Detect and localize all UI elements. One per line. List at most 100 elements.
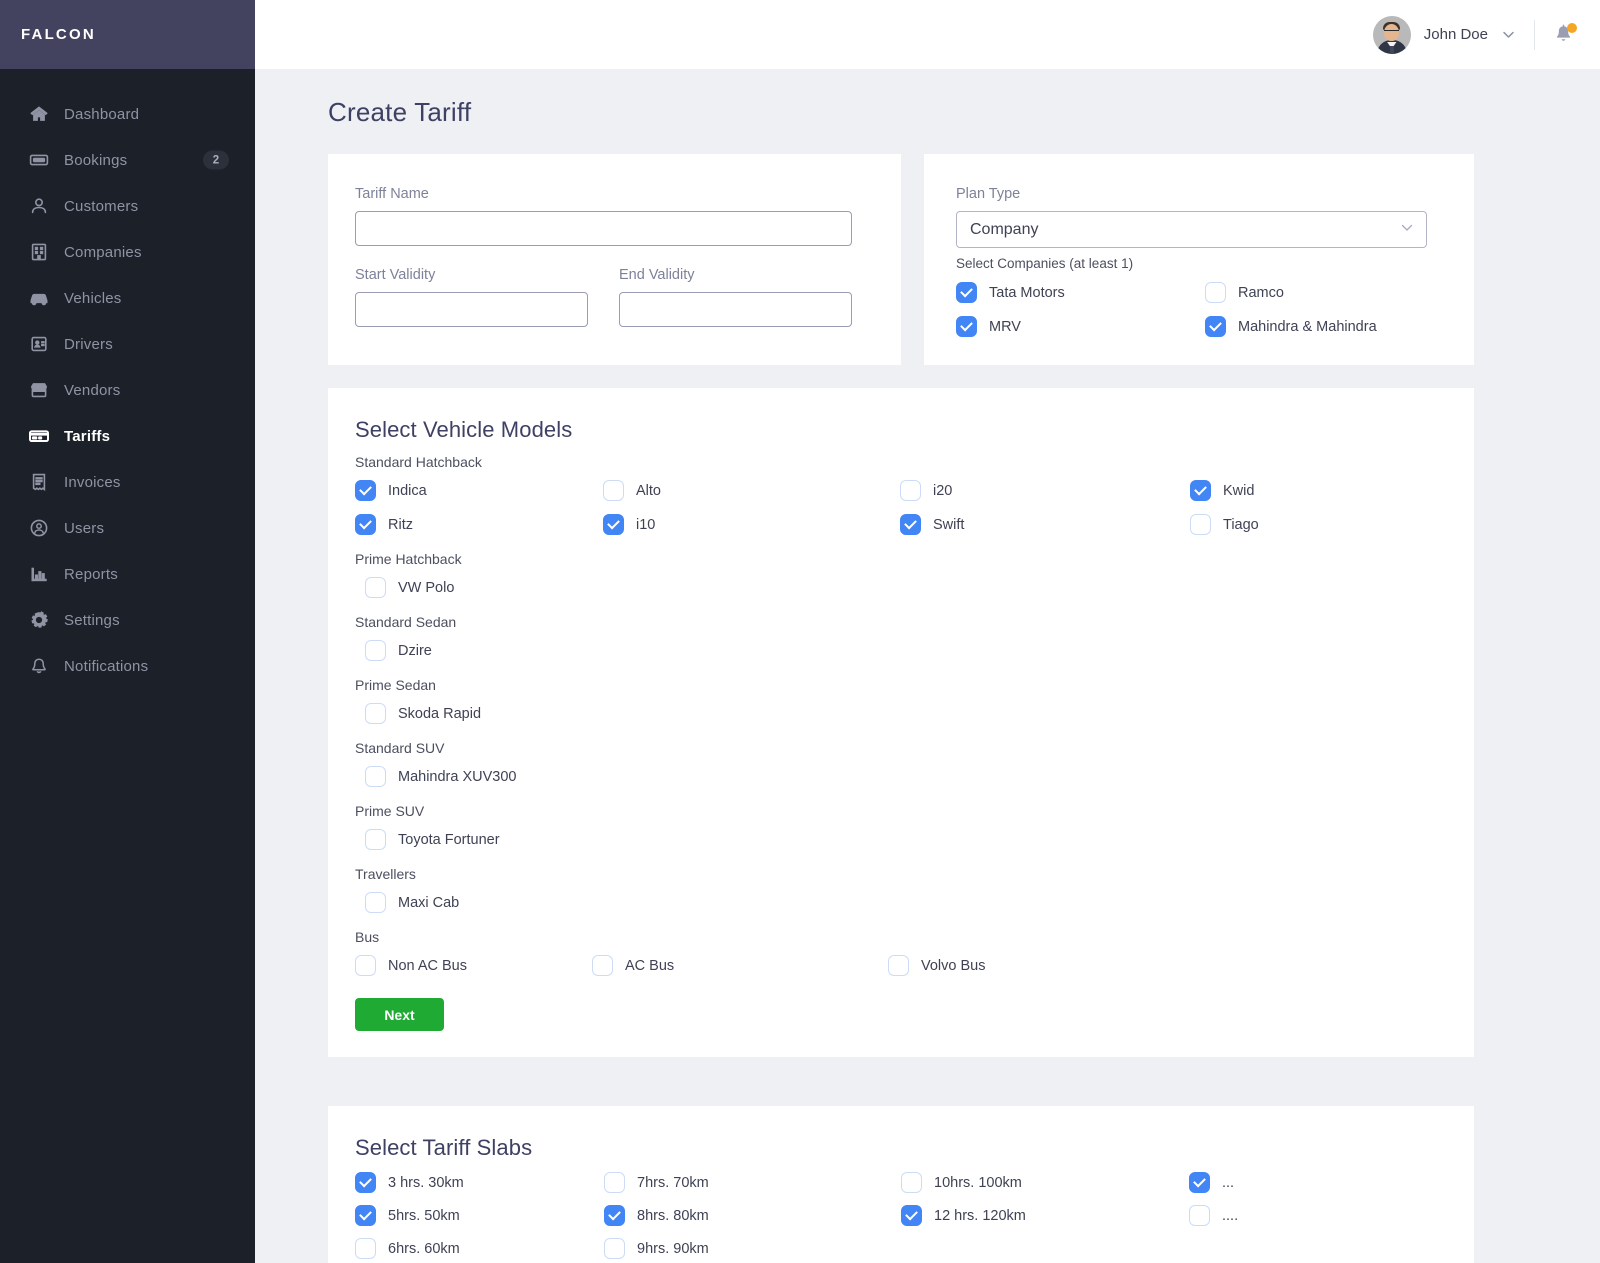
tariff-slab-checkbox[interactable]: 7hrs. 70km [604, 1172, 901, 1193]
sidebar: FALCON Dashboard Bookings 2 Customers Compan… [0, 0, 255, 1263]
sidebar-item-customers[interactable]: Customers [0, 183, 255, 229]
checkbox-unchecked-icon[interactable] [365, 640, 386, 661]
vehicle-model-checkbox[interactable]: Swift [900, 514, 1190, 535]
brand-logo[interactable]: FALCON [0, 0, 255, 69]
sidebar-item-dashboard[interactable]: Dashboard [0, 91, 255, 137]
sidebar-item-companies[interactable]: Companies [0, 229, 255, 275]
gear-icon [28, 609, 50, 631]
company-checkbox[interactable]: Mahindra & Mahindra [1205, 316, 1427, 337]
vehicle-model-checkbox[interactable]: Toyota Fortuner [355, 829, 1447, 850]
end-validity-input[interactable] [619, 292, 852, 327]
vehicle-model-checkbox[interactable]: Tiago [1190, 514, 1447, 535]
tariff-slab-checkbox[interactable]: 12 hrs. 120km [901, 1205, 1189, 1226]
vehicle-model-checkbox[interactable]: Maxi Cab [355, 892, 1447, 913]
vehicle-model-checkbox[interactable]: Non AC Bus [355, 955, 592, 976]
vehicle-model-checkbox[interactable]: VW Polo [355, 577, 1447, 598]
vehicle-model-checkbox[interactable]: Alto [603, 480, 900, 501]
checkbox-checked-icon[interactable] [901, 1205, 922, 1226]
start-validity-label: Start Validity [355, 267, 436, 283]
vehicle-model-checkbox[interactable]: AC Bus [592, 955, 888, 976]
checkbox-unchecked-icon[interactable] [365, 892, 386, 913]
tariff-slab-checkbox[interactable]: ... [1189, 1172, 1447, 1193]
sidebar-item-invoices[interactable]: Invoices [0, 459, 255, 505]
checkbox-unchecked-icon[interactable] [365, 766, 386, 787]
sidebar-item-reports[interactable]: Reports [0, 551, 255, 597]
checkbox-unchecked-icon[interactable] [901, 1172, 922, 1193]
checkbox-unchecked-icon[interactable] [355, 955, 376, 976]
user-menu[interactable]: John Doe [1372, 15, 1516, 54]
company-checkbox[interactable]: Tata Motors [956, 282, 1205, 303]
vehicle-model-checkbox[interactable]: Dzire [355, 640, 1447, 661]
sidebar-item-notifications[interactable]: Notifications [0, 643, 255, 689]
checkbox-checked-icon[interactable] [956, 282, 977, 303]
company-checkbox[interactable]: Ramco [1205, 282, 1427, 303]
sidebar-item-label: Vehicles [64, 289, 122, 307]
vehicle-model-checkbox[interactable]: Indica [355, 480, 603, 501]
checkbox-checked-icon[interactable] [956, 316, 977, 337]
sidebar-item-vehicles[interactable]: Vehicles [0, 275, 255, 321]
vehicle-model-checkbox[interactable]: i20 [900, 480, 1190, 501]
tariff-slab-checkbox[interactable]: 5hrs. 50km [355, 1205, 604, 1226]
vehicle-model-checkbox[interactable]: Ritz [355, 514, 603, 535]
sidebar-item-settings[interactable]: Settings [0, 597, 255, 643]
checkbox-checked-icon[interactable] [355, 1172, 376, 1193]
sidebar-item-drivers[interactable]: Drivers [0, 321, 255, 367]
checkbox-unchecked-icon[interactable] [1205, 282, 1226, 303]
tariff-name-input[interactable] [355, 211, 852, 246]
next-button-vehicle-models[interactable]: Next [355, 998, 444, 1031]
checkbox-unchecked-icon[interactable] [900, 480, 921, 501]
tariff-slab-checkbox[interactable]: 3 hrs. 30km [355, 1172, 604, 1193]
checkbox-unchecked-icon[interactable] [592, 955, 613, 976]
sidebar-item-vendors[interactable]: Vendors [0, 367, 255, 413]
tariff-slab-checkbox[interactable]: 10hrs. 100km [901, 1172, 1189, 1193]
select-companies-label: Select Companies (at least 1) [956, 256, 1134, 271]
tariff-slab-checkbox[interactable]: 9hrs. 90km [604, 1238, 901, 1259]
checkbox-unchecked-icon[interactable] [355, 1238, 376, 1259]
checkbox-unchecked-icon[interactable] [603, 480, 624, 501]
start-validity-input[interactable] [355, 292, 588, 327]
checkbox-unchecked-icon[interactable] [604, 1238, 625, 1259]
sidebar-item-label: Reports [64, 565, 118, 583]
sidebar-item-bookings[interactable]: Bookings 2 [0, 137, 255, 183]
checkbox-unchecked-icon[interactable] [365, 829, 386, 850]
checkbox-unchecked-icon[interactable] [604, 1172, 625, 1193]
sidebar-item-users[interactable]: Users [0, 505, 255, 551]
sidebar-item-tariffs[interactable]: Tariffs [0, 413, 255, 459]
tariff-slab-checkbox[interactable]: .... [1189, 1205, 1447, 1226]
checkbox-checked-icon[interactable] [900, 514, 921, 535]
sidebar-item-label: Drivers [64, 335, 113, 353]
checkbox-unchecked-icon[interactable] [1190, 514, 1211, 535]
company-checkbox[interactable]: MRV [956, 316, 1205, 337]
checkbox-checked-icon[interactable] [1189, 1172, 1210, 1193]
sidebar-item-label: Tariffs [64, 427, 111, 445]
vehicle-model-checkbox[interactable]: Mahindra XUV300 [355, 766, 1447, 787]
checkbox-label: Non AC Bus [388, 957, 467, 974]
vehicle-group-grid: VW Polo [355, 577, 1447, 598]
notifications-button[interactable] [1553, 22, 1577, 46]
vehicle-model-checkbox[interactable]: i10 [603, 514, 900, 535]
plan-type-select[interactable]: Company [956, 211, 1427, 248]
checkbox-unchecked-icon[interactable] [1189, 1205, 1210, 1226]
checkbox-unchecked-icon[interactable] [365, 703, 386, 724]
tariff-info-card: Tariff Name Start Validity End Validity [328, 154, 901, 365]
checkbox-checked-icon[interactable] [355, 480, 376, 501]
tariff-slab-checkbox[interactable]: 6hrs. 60km [355, 1238, 604, 1259]
checkbox-checked-icon[interactable] [355, 1205, 376, 1226]
checkbox-checked-icon[interactable] [603, 514, 624, 535]
vehicle-model-checkbox[interactable]: Kwid [1190, 480, 1447, 501]
vehicle-group-label: Standard SUV [355, 740, 445, 756]
checkbox-checked-icon[interactable] [1190, 480, 1211, 501]
checkbox-unchecked-icon[interactable] [365, 577, 386, 598]
checkbox-checked-icon[interactable] [1205, 316, 1226, 337]
vehicle-model-checkbox[interactable]: Skoda Rapid [355, 703, 1447, 724]
vehicle-model-checkbox[interactable]: Volvo Bus [888, 955, 1447, 976]
tariff-slab-checkbox[interactable]: 8hrs. 80km [604, 1205, 901, 1226]
checkbox-checked-icon[interactable] [355, 514, 376, 535]
checkbox-unchecked-icon[interactable] [888, 955, 909, 976]
vehicle-group-grid: Dzire [355, 640, 1447, 661]
vehicle-group-grid: Skoda Rapid [355, 703, 1447, 724]
tariff-slabs-checkbox-grid: 3 hrs. 30km 7hrs. 70km 10hrs. 100km... 5hrs… [355, 1172, 1447, 1259]
chevron-down-icon[interactable] [1501, 27, 1516, 42]
checkbox-checked-icon[interactable] [604, 1205, 625, 1226]
vehicle-models-card: Select Vehicle Models Standard Hatchback… [328, 388, 1474, 1057]
